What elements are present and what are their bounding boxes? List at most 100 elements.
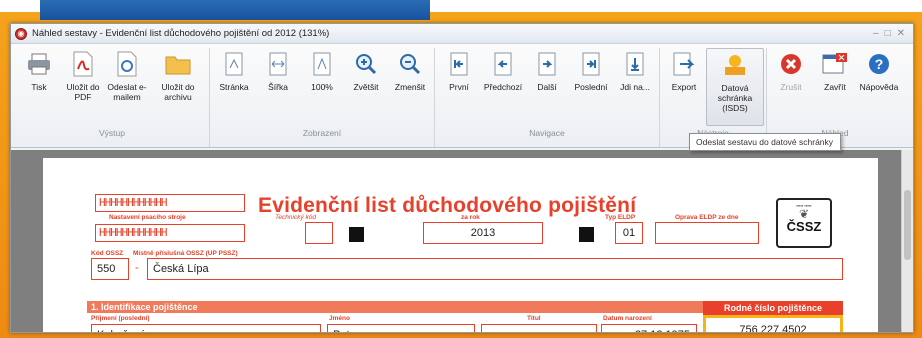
- group-label-navigace: Navigace: [529, 128, 565, 138]
- pdf-icon: [70, 50, 96, 78]
- vertical-scrollbar[interactable]: [901, 150, 913, 332]
- eldp-type-field: 01: [615, 222, 643, 244]
- printer-icon: [26, 50, 52, 78]
- print-label: Tisk: [31, 82, 47, 92]
- first-page-icon: [446, 50, 472, 78]
- label-nastaveni: Nastavení psacího stroje: [109, 214, 186, 221]
- print-button[interactable]: Tisk: [17, 48, 61, 126]
- email-icon: [114, 50, 140, 78]
- zoom-out-button[interactable]: Zmenšit: [388, 48, 432, 126]
- page-width-icon: [265, 50, 291, 78]
- title-bar: ◉ Náhled sestavy - Evidenční list důchod…: [11, 24, 913, 44]
- label-kod-ossz: Kód OSSZ: [91, 250, 124, 257]
- cancel-icon: [778, 50, 804, 78]
- close-preview-button[interactable]: Zavřít: [813, 48, 857, 126]
- ossz-code-field: 550: [91, 258, 129, 280]
- cancel-button[interactable]: Zrušit: [769, 48, 813, 126]
- help-label: Nápověda: [859, 82, 899, 92]
- fit-width-label: Šířka: [268, 82, 288, 92]
- next-page-icon: [534, 50, 560, 78]
- correction-date-field: [655, 222, 759, 244]
- previous-page-button[interactable]: Předchozí: [481, 48, 525, 126]
- data-box-icon: [722, 51, 748, 79]
- cancel-label: Zrušit: [780, 82, 802, 92]
- fit-page-button[interactable]: Stránka: [212, 48, 256, 126]
- birth-number-value: 756 227 4502: [739, 324, 807, 333]
- birth-number-box: 756 227 4502: [703, 315, 843, 333]
- close-window-icon: [822, 50, 848, 78]
- scrollbar-thumb[interactable]: [904, 190, 911, 260]
- save-pdf-label: Uložit do PDF: [66, 82, 100, 102]
- typewriter-test-row-1: HHHHHHHHHHHH: [95, 194, 245, 212]
- technical-code-field: [305, 222, 333, 244]
- next-page-label: Další: [537, 82, 557, 92]
- first-name-field: Petra: [327, 324, 475, 332]
- birth-number-header: Rodné číslo pojištěnce: [703, 301, 843, 315]
- label-titul: Titul: [527, 315, 541, 322]
- data-box-tooltip: Odeslat sestavu do datové schránky: [689, 133, 841, 151]
- export-icon: [671, 50, 697, 78]
- typewriter-test-row-2: HHHHHHHHHHHH: [95, 224, 245, 242]
- previous-page-label: Předchozí: [483, 82, 523, 92]
- go-to-page-label: Jdi na...: [620, 82, 650, 92]
- last-page-label: Poslední: [574, 82, 608, 92]
- ossz-name-field: Česká Lípa: [147, 258, 843, 280]
- export-button[interactable]: Export: [662, 48, 706, 126]
- next-page-button[interactable]: Další: [525, 48, 569, 126]
- first-page-label: První: [449, 82, 469, 92]
- cssz-logo: ▪▪▪▪▪ ▪▪▪▪▪ ❦ ČSSZ: [776, 198, 832, 248]
- last-page-button[interactable]: Poslední: [569, 48, 613, 126]
- send-email-label: Odeslat e-mailem: [107, 82, 147, 102]
- first-page-button[interactable]: První: [437, 48, 481, 126]
- code-separator: -: [135, 262, 139, 274]
- surname-field: Kubešová: [91, 324, 321, 332]
- report-preview-window: ◉ Náhled sestavy - Evidenční list důchod…: [10, 23, 914, 333]
- group-navigace: První Předchozí Další Poslední Jdi na...…: [435, 48, 660, 147]
- go-to-page-icon: [622, 50, 648, 78]
- data-box-isds-button[interactable]: Datová schránka (ISDS): [706, 48, 764, 126]
- group-label-zobrazeni: Zobrazení: [302, 128, 342, 138]
- window-controls: – □ ✕: [873, 28, 913, 39]
- zoom-in-button[interactable]: Zvětšit: [344, 48, 388, 126]
- background-banner: [40, 0, 430, 20]
- close-preview-label: Zavřít: [824, 82, 846, 92]
- data-box-label: Datová schránka (ISDS): [717, 83, 753, 113]
- black-marker-right: [579, 227, 594, 242]
- help-icon: ?: [866, 50, 892, 78]
- page-actual-icon: [309, 50, 335, 78]
- close-icon[interactable]: ✕: [897, 28, 905, 39]
- year-field: 2013: [423, 222, 543, 244]
- label-mistne: Místně příslušná OSSZ (UP PSSZ): [133, 250, 238, 257]
- group-label-vystup: Výstup: [99, 128, 125, 138]
- zoom-out-icon: [397, 50, 423, 78]
- save-archive-button[interactable]: Uložit do archivu: [149, 48, 207, 126]
- zoom-100-label: 100%: [311, 82, 333, 92]
- minimize-icon[interactable]: –: [873, 28, 879, 39]
- send-email-button[interactable]: Odeslat e-mailem: [105, 48, 149, 126]
- zoom-100-button[interactable]: 100%: [300, 48, 344, 126]
- report-page: HHHHHHHHHHHH Nastavení psacího stroje HH…: [43, 158, 878, 333]
- zoom-in-icon: [353, 50, 379, 78]
- maximize-icon[interactable]: □: [885, 28, 891, 39]
- label-technicky-kod: Technický kód: [275, 214, 316, 221]
- save-archive-label: Uložit do archivu: [161, 82, 195, 102]
- help-button[interactable]: ? Nápověda: [857, 48, 901, 126]
- save-pdf-button[interactable]: Uložit do PDF: [61, 48, 105, 126]
- title-field: [481, 324, 597, 332]
- zoom-out-label: Zmenšit: [394, 82, 426, 92]
- label-za-rok: za rok: [461, 214, 480, 221]
- label-jmeno: Jméno: [329, 315, 350, 322]
- group-zobrazeni: Stránka Šířka 100% Zvětšit Zmenšit Zobra…: [210, 48, 435, 147]
- zoom-in-label: Zvětšit: [353, 82, 379, 92]
- document-viewer[interactable]: HHHHHHHHHHHH Nastavení psacího stroje HH…: [11, 150, 903, 333]
- fit-width-button[interactable]: Šířka: [256, 48, 300, 126]
- fit-page-label: Stránka: [219, 82, 249, 92]
- cssz-logo-text: ČSSZ: [786, 219, 822, 234]
- go-to-page-button[interactable]: Jdi na...: [613, 48, 657, 126]
- export-label: Export: [671, 82, 697, 92]
- app-icon: ◉: [15, 27, 27, 40]
- label-oprava: Oprava ELDP ze dne: [675, 214, 739, 221]
- page-fit-icon: [221, 50, 247, 78]
- group-vystup: Tisk Uložit do PDF Odeslat e-mailem Ulož…: [15, 48, 210, 147]
- birth-date-field: 27.12.1975: [601, 324, 697, 332]
